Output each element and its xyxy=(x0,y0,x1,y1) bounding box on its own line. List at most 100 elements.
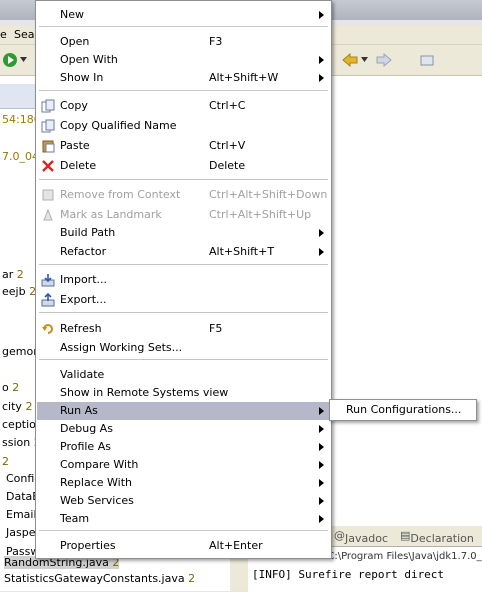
tree-item-label: city xyxy=(2,400,26,413)
menu-item-copy-qualified-name[interactable]: Copy Qualified Name xyxy=(37,117,330,135)
landmark-icon xyxy=(43,208,53,221)
menubar-item-edit[interactable]: e xyxy=(0,28,7,41)
back-dropdown-icon[interactable] xyxy=(361,57,368,63)
tree-item-count: 2 xyxy=(2,455,9,468)
menu-item-label: Show in Remote Systems view xyxy=(60,386,229,399)
menu-item-label: Mark as Landmark xyxy=(60,208,162,221)
tab-javadoc[interactable]: @ Javadoc xyxy=(334,529,388,545)
menu-item-assign-working-sets[interactable]: Assign Working Sets... xyxy=(37,339,330,357)
forward-arrow-icon[interactable] xyxy=(376,53,392,67)
menu-separator xyxy=(39,90,328,91)
menu-item-label: Open xyxy=(60,35,90,48)
menu-item-properties[interactable]: Properties Alt+Enter xyxy=(37,537,330,555)
menu-item-new[interactable]: New xyxy=(37,6,330,24)
tree-item[interactable]: eejb 2 xyxy=(2,285,36,298)
console-tabs: @ Javadoc ▤ Declaration xyxy=(326,526,482,546)
menu-item-shortcut: Delete xyxy=(209,159,246,172)
menu-item-label: Remove from Context xyxy=(60,188,181,201)
submenu-arrow-icon xyxy=(319,443,324,451)
run-dropdown-icon[interactable] xyxy=(20,57,27,63)
menu-item-label: Export... xyxy=(60,293,107,306)
submenu-arrow-icon xyxy=(319,11,324,19)
tree-item-label: o xyxy=(2,381,13,394)
tree-item-count: 2 xyxy=(188,572,196,585)
menu-item-label: Delete xyxy=(60,159,97,172)
menu-separator xyxy=(39,359,328,360)
menu-item-label: Copy Qualified Name xyxy=(60,119,177,132)
console-output-line: [INFO] Surefire report direct xyxy=(252,568,445,581)
tab-declaration-label: Declaration xyxy=(410,532,474,545)
submenu-arrow-icon xyxy=(319,425,324,433)
menu-item-shortcut: Alt+Shift+T xyxy=(209,245,275,258)
menu-item-run-configurations[interactable]: Run Configurations... xyxy=(346,403,461,416)
menu-item-label: Debug As xyxy=(60,422,113,435)
menu-item-label: Assign Working Sets... xyxy=(60,341,183,354)
menu-item-show-in-remote-systems-view[interactable]: Show in Remote Systems view xyxy=(37,384,330,402)
menu-item-open[interactable]: Open F3 xyxy=(37,33,330,51)
menu-item-web-services[interactable]: Web Services xyxy=(37,492,330,510)
menu-item-validate[interactable]: Validate xyxy=(37,366,330,384)
menu-item-paste[interactable]: Paste Ctrl+V xyxy=(37,137,330,155)
pin-editor-icon[interactable] xyxy=(420,53,434,67)
menu-item-mark-as-landmark: Mark as Landmark Ctrl+Alt+Shift+Up xyxy=(37,206,330,224)
tab-javadoc-label: Javadoc xyxy=(345,532,388,545)
menu-item-label: Build Path xyxy=(60,226,116,239)
menu-item-compare-with[interactable]: Compare With xyxy=(37,456,330,474)
menu-item-label: Refresh xyxy=(60,322,102,335)
menu-item-open-with[interactable]: Open With xyxy=(37,51,330,69)
menu-item-build-path[interactable]: Build Path xyxy=(37,224,330,242)
export-icon xyxy=(41,293,55,307)
tree-item-label: ar xyxy=(2,268,17,281)
menu-item-shortcut: Ctrl+Alt+Shift+Down xyxy=(209,188,328,201)
menu-item-team[interactable]: Team xyxy=(37,510,330,528)
run-icon[interactable] xyxy=(2,52,18,68)
menu-item-label: Show In xyxy=(60,71,104,84)
menu-item-label: Run As xyxy=(60,404,98,417)
import-icon xyxy=(41,274,55,287)
submenu-arrow-icon xyxy=(319,461,324,469)
submenu-arrow-icon xyxy=(319,229,324,237)
tree-item-count: 2 xyxy=(12,381,20,394)
tree-item-label: StatisticsGatewayConstants.java xyxy=(4,572,189,585)
menubar-item-search[interactable]: Sea xyxy=(14,28,35,41)
paste-icon xyxy=(42,140,55,153)
menu-item-refresh[interactable]: Refresh F5 xyxy=(37,320,330,338)
menu-item-label: Compare With xyxy=(60,458,139,471)
tree-item[interactable]: 2 xyxy=(2,455,9,468)
menu-separator xyxy=(39,264,328,265)
tree-item[interactable]: city 2 xyxy=(2,400,32,413)
menu-item-debug-as[interactable]: Debug As xyxy=(37,420,330,438)
menu-item-shortcut: Ctrl+C xyxy=(209,99,246,112)
menu-item-refactor[interactable]: Refactor Alt+Shift+T xyxy=(37,243,330,261)
context-menu: New Open F3 Open With Show In Alt+Shift+W Copy… xyxy=(35,0,332,559)
menu-item-import[interactable]: Import... xyxy=(37,271,330,289)
menu-item-label: New xyxy=(60,8,84,21)
menu-item-label: Properties xyxy=(60,539,116,552)
menu-item-shortcut: F3 xyxy=(209,35,223,48)
menu-item-label: Refactor xyxy=(60,245,107,258)
menu-separator xyxy=(39,312,328,313)
menu-item-replace-with[interactable]: Replace With xyxy=(37,474,330,492)
menu-item-remove-from-context: Remove from Context Ctrl+Alt+Shift+Down xyxy=(37,186,330,204)
menu-item-shortcut: F5 xyxy=(209,322,223,335)
back-arrow-icon[interactable] xyxy=(342,53,358,67)
copy-qualified-icon xyxy=(41,119,55,133)
menu-item-profile-as[interactable]: Profile As xyxy=(37,438,330,456)
menu-item-export[interactable]: Export... xyxy=(37,291,330,309)
menu-item-label: Team xyxy=(60,512,90,525)
tree-item-count: 2 xyxy=(16,268,24,281)
tree-item[interactable]: o 2 xyxy=(2,381,19,394)
tree-item[interactable]: StatisticsGatewayConstants.java 2 xyxy=(4,572,195,585)
menu-item-delete[interactable]: Delete Delete xyxy=(37,157,330,175)
tree-item[interactable]: ar 2 xyxy=(2,268,24,281)
menu-item-show-in[interactable]: Show In Alt+Shift+W xyxy=(37,69,330,87)
submenu-arrow-icon xyxy=(319,407,324,415)
menu-item-run-as[interactable]: Run As xyxy=(37,402,330,420)
menu-item-shortcut: Alt+Shift+W xyxy=(209,71,279,84)
scrollbar[interactable] xyxy=(230,555,248,591)
submenu-arrow-icon xyxy=(319,515,324,523)
menu-separator xyxy=(39,26,328,27)
menu-item-copy[interactable]: Copy Ctrl+C xyxy=(37,97,330,115)
tab-declaration[interactable]: ▤ Declaration xyxy=(400,529,474,545)
remove-context-icon xyxy=(42,189,54,201)
